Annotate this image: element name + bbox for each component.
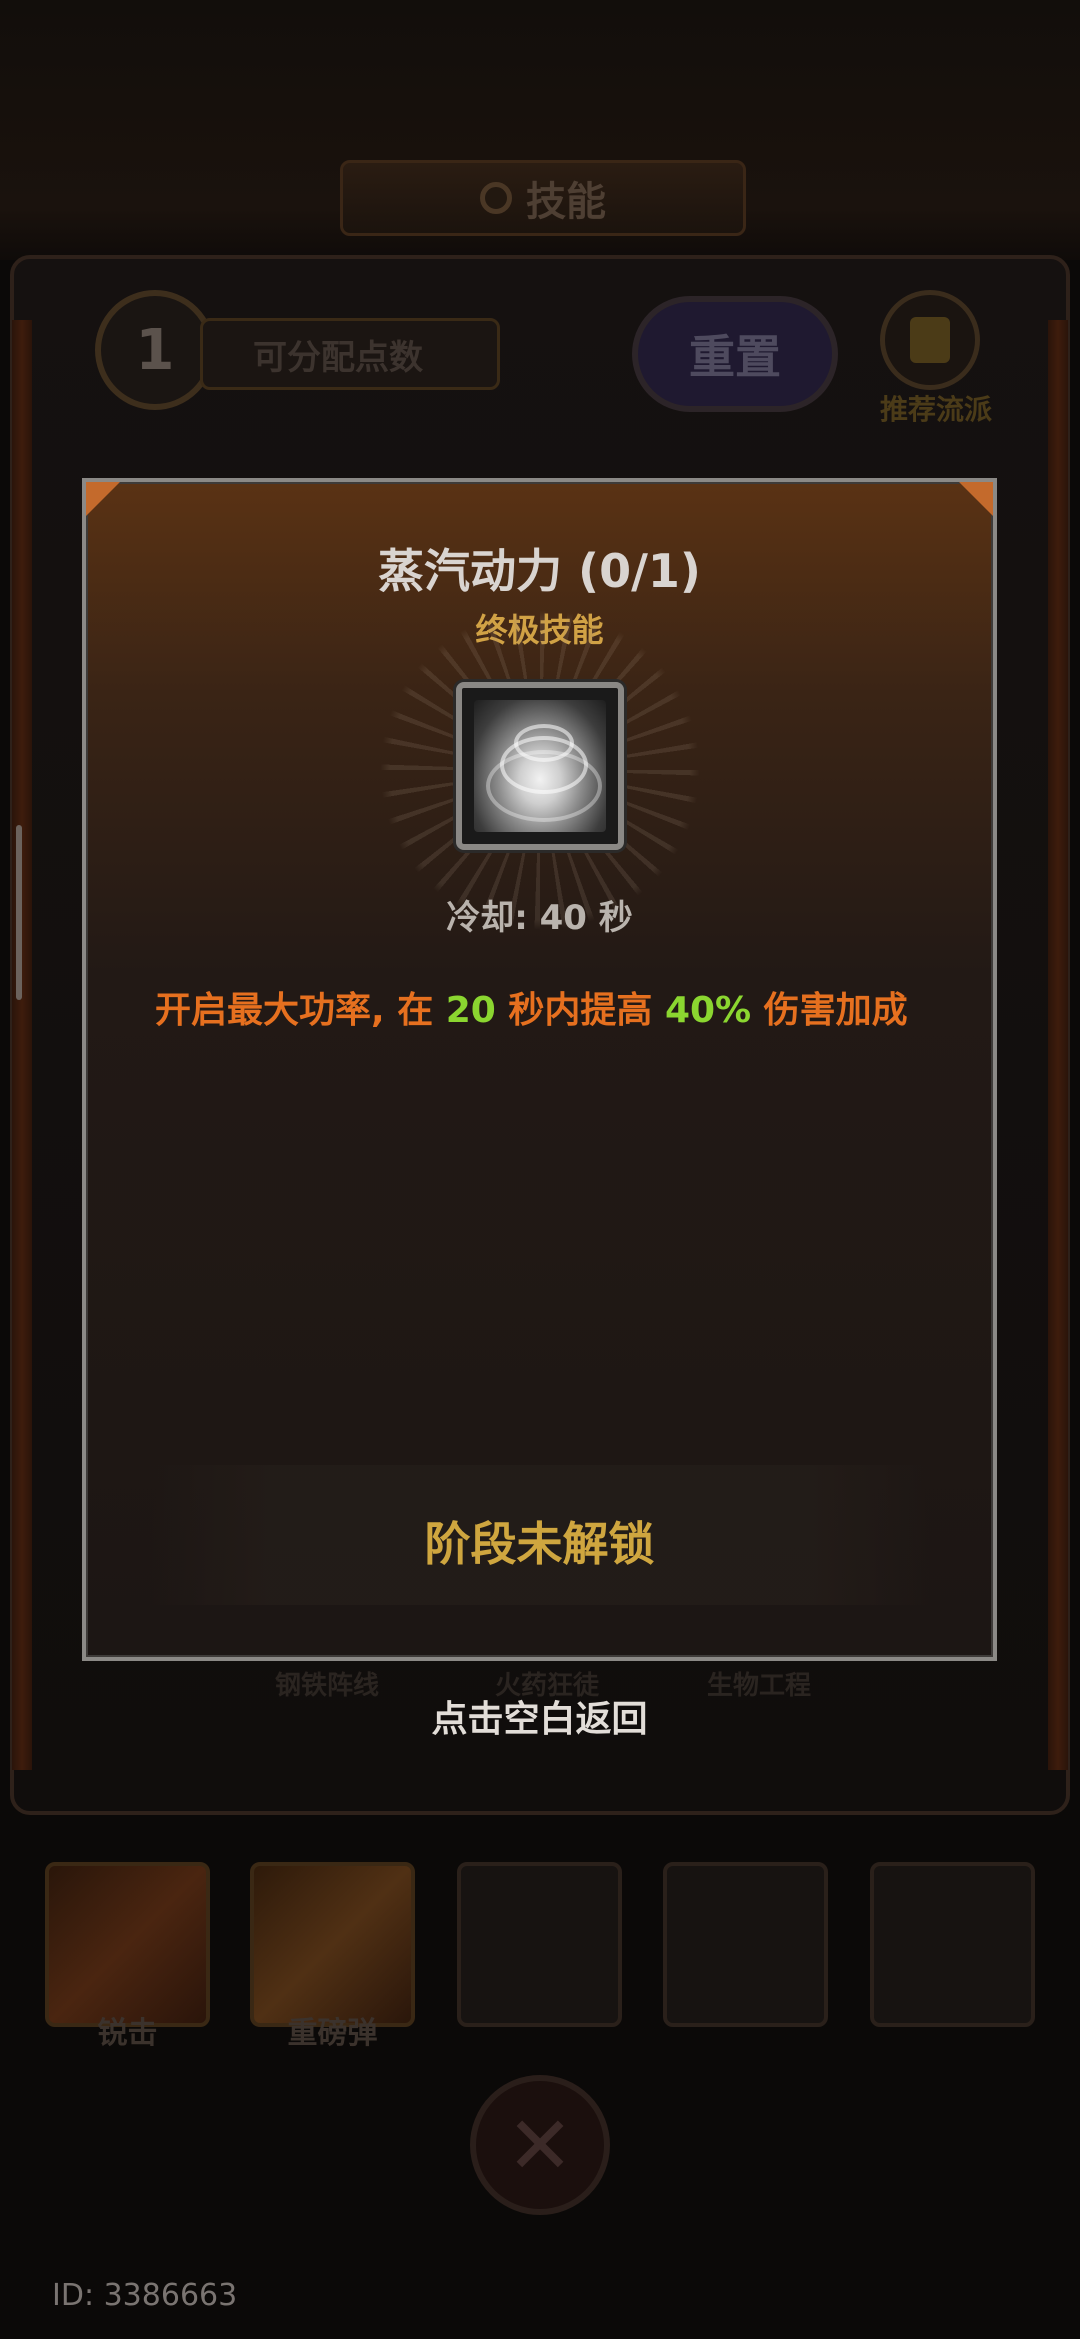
frame-right-rail (1048, 320, 1068, 1770)
screen-title: 技能 (526, 179, 606, 225)
desc-bonus: 40% (664, 990, 752, 1031)
equipped-skill-label-1: 锐击 (97, 2016, 158, 2051)
popup-corner-ornament-right (959, 482, 993, 516)
screen-title-ribbon: 技能 (340, 160, 746, 236)
reset-button-label: 重置 (689, 330, 781, 384)
equipped-skill-slot-4[interactable] (663, 1862, 828, 2027)
recommend-build-button[interactable]: 推荐流派 (870, 290, 1000, 426)
steam-swirl-icon (456, 682, 624, 850)
available-points-label: 可分配点数 (253, 337, 423, 378)
gear-icon (480, 182, 512, 214)
dismiss-hint[interactable]: 点击空白返回 (82, 1690, 997, 1742)
cooldown-text: 冷却: 40 秒 (446, 898, 633, 938)
skill-name: 蒸汽动力 (0/1) (378, 544, 701, 598)
reset-button[interactable]: 重置 (632, 296, 838, 412)
equipped-skill-slot-5[interactable] (870, 1862, 1035, 2027)
equipped-skill-slot-3[interactable] (457, 1862, 622, 2027)
desc-part-2: 秒内提高 (495, 990, 665, 1031)
swirl-ring-3 (486, 750, 602, 822)
user-id: ID: 3386663 (52, 2278, 238, 2313)
available-points-value: 1 (135, 317, 175, 383)
equipped-skill-label-2: 重磅弹 (287, 2016, 378, 2051)
scrollbar[interactable] (16, 825, 22, 1000)
desc-duration: 20 (445, 990, 496, 1031)
desc-part-3: 伤害加成 (751, 990, 908, 1031)
recommend-circle (880, 290, 980, 390)
skill-description: 开启最大功率, 在 20 秒内提高 40% 伤害加成 (155, 985, 945, 1037)
thumbs-up-icon (910, 317, 950, 363)
desc-part-1: 开启最大功率, 在 (155, 990, 446, 1031)
lock-status: 阶段未解锁 (424, 1517, 655, 1571)
available-points-badge: 1 (95, 290, 215, 410)
equipped-skill-slot-2[interactable] (250, 1862, 415, 2027)
popup-corner-ornament-left (86, 482, 120, 516)
equipped-skill-slot-1[interactable] (45, 1862, 210, 2027)
close-icon[interactable]: ✕ (470, 2075, 610, 2215)
recommend-label: 推荐流派 (879, 393, 992, 426)
available-points-label-box: 可分配点数 (200, 318, 500, 390)
frame-left-rail (12, 320, 32, 1770)
